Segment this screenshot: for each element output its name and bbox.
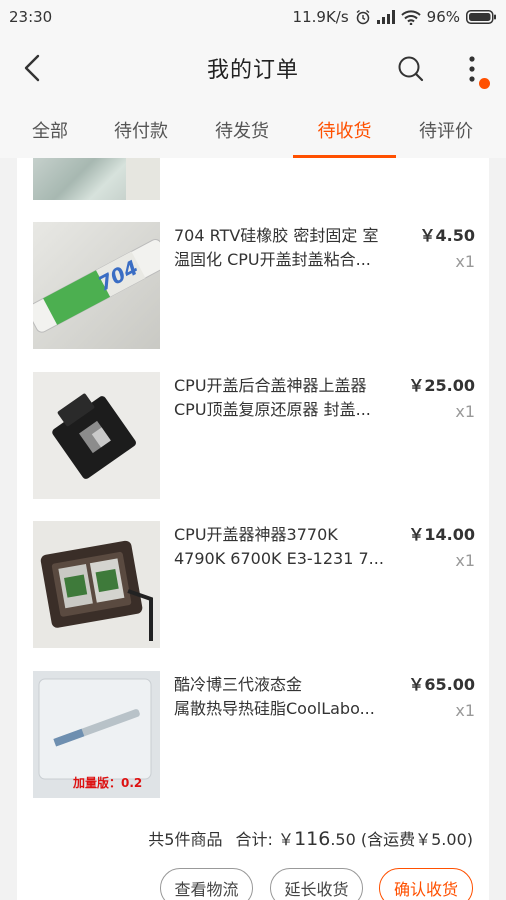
product-name-line: 4790K 6700K E3-1231 7... (174, 549, 384, 568)
tab-label: 待付款 (114, 121, 168, 142)
product-name-line: 酷冷博三代液态金 (174, 675, 303, 694)
item-count: 共5件商品 (148, 830, 223, 849)
tab-pending-shipment[interactable]: 待发货 (192, 102, 292, 158)
view-logistics-button[interactable]: 查看物流 (160, 868, 253, 900)
tab-pending-review[interactable]: 待评价 (396, 102, 496, 158)
total-currency: ￥ (278, 830, 295, 849)
product-quantity: x1 (455, 701, 475, 720)
product-quantity: x1 (455, 402, 475, 421)
page-title: 我的订单 (206, 58, 299, 83)
order-card: 704 704 RTV硅橡胶 密封固定 室 温固化 CPU开盖封盖粘合... ￥… (17, 158, 489, 900)
order-tabs: 全部 待付款 待发货 待收货 待评价 (0, 102, 506, 158)
wifi-icon (400, 9, 421, 25)
product-name-line: 温固化 CPU开盖封盖粘合... (174, 250, 371, 269)
product-image[interactable]: 加量版：0.2 (33, 671, 160, 798)
tab-pending-payment[interactable]: 待付款 (91, 102, 191, 158)
network-speed: 11.9K/s (292, 8, 349, 26)
extend-receipt-button[interactable]: 延长收货 (270, 868, 363, 900)
product-image[interactable]: 704 (33, 222, 160, 349)
order-item[interactable]: CPU开盖后合盖神器上盖器 CPU顶盖复原还原器 封盖... ￥25.00 x1 (17, 372, 489, 500)
product-name[interactable]: 酷冷博三代液态金 属散热导热硅脂CoolLabo... (174, 673, 388, 721)
header: 我的订单 (0, 34, 506, 102)
signal-icon (376, 10, 395, 24)
product-image[interactable] (33, 521, 160, 648)
status-bar: 23:30 11.9K/s 96% (0, 0, 506, 34)
tab-label: 待评价 (419, 121, 473, 142)
tab-label: 全部 (32, 121, 68, 142)
shipping-fee: (含运费￥5.00) (360, 830, 473, 849)
product-name-line: CPU开盖后合盖神器上盖器 (174, 376, 367, 395)
back-icon[interactable] (18, 52, 48, 84)
product-quantity: x1 (455, 551, 475, 570)
product-name-line: CPU顶盖复原还原器 封盖... (174, 400, 371, 419)
product-image[interactable] (33, 158, 160, 200)
alarm-icon (355, 9, 371, 25)
confirm-receipt-button[interactable]: 确认收货 (379, 868, 473, 900)
status-indicators: 11.9K/s 96% (293, 8, 496, 26)
product-name-line: 704 RTV硅橡胶 密封固定 室 (174, 226, 379, 245)
notification-dot (479, 78, 490, 89)
order-summary: 共5件商品 合计: ￥116.50 (含运费￥5.00) (148, 826, 473, 850)
product-label-text: 加量版：0.2 (72, 775, 142, 790)
order-item[interactable]: 704 704 RTV硅橡胶 密封固定 室 温固化 CPU开盖封盖粘合... ￥… (17, 222, 489, 350)
product-price: ￥25.00 (408, 376, 475, 395)
product-name-line: 属散热导热硅脂CoolLabo... (174, 699, 375, 718)
battery-icon (466, 10, 496, 24)
tab-pending-receipt[interactable]: 待收货 (293, 102, 396, 158)
status-time: 23:30 (9, 8, 53, 26)
product-name-line: CPU开盖器神器3770K (174, 525, 338, 544)
product-price: ￥65.00 (408, 675, 475, 694)
product-price: ￥4.50 (419, 226, 475, 245)
order-item[interactable]: CPU开盖器神器3770K 4790K 6700K E3-1231 7... ￥… (17, 521, 489, 649)
tab-label: 待收货 (317, 121, 372, 142)
product-price: ￥14.00 (408, 525, 475, 544)
product-name[interactable]: CPU开盖后合盖神器上盖器 CPU顶盖复原还原器 封盖... (174, 374, 388, 422)
search-icon[interactable] (396, 54, 426, 84)
product-quantity: x1 (455, 252, 475, 271)
product-image[interactable] (33, 372, 160, 499)
tab-label: 待发货 (215, 121, 269, 142)
total-label: 合计: (235, 830, 273, 849)
tab-all[interactable]: 全部 (0, 102, 100, 158)
product-name[interactable]: CPU开盖器神器3770K 4790K 6700K E3-1231 7... (174, 523, 388, 571)
total-amount-int: 116 (294, 828, 331, 850)
product-name[interactable]: 704 RTV硅橡胶 密封固定 室 温固化 CPU开盖封盖粘合... (174, 224, 388, 272)
total-amount-dec: .50 (330, 830, 356, 849)
order-item[interactable]: 加量版：0.2 酷冷博三代液态金 属散热导热硅脂CoolLabo... ￥65.… (17, 671, 489, 799)
battery-percent: 96% (426, 8, 460, 26)
